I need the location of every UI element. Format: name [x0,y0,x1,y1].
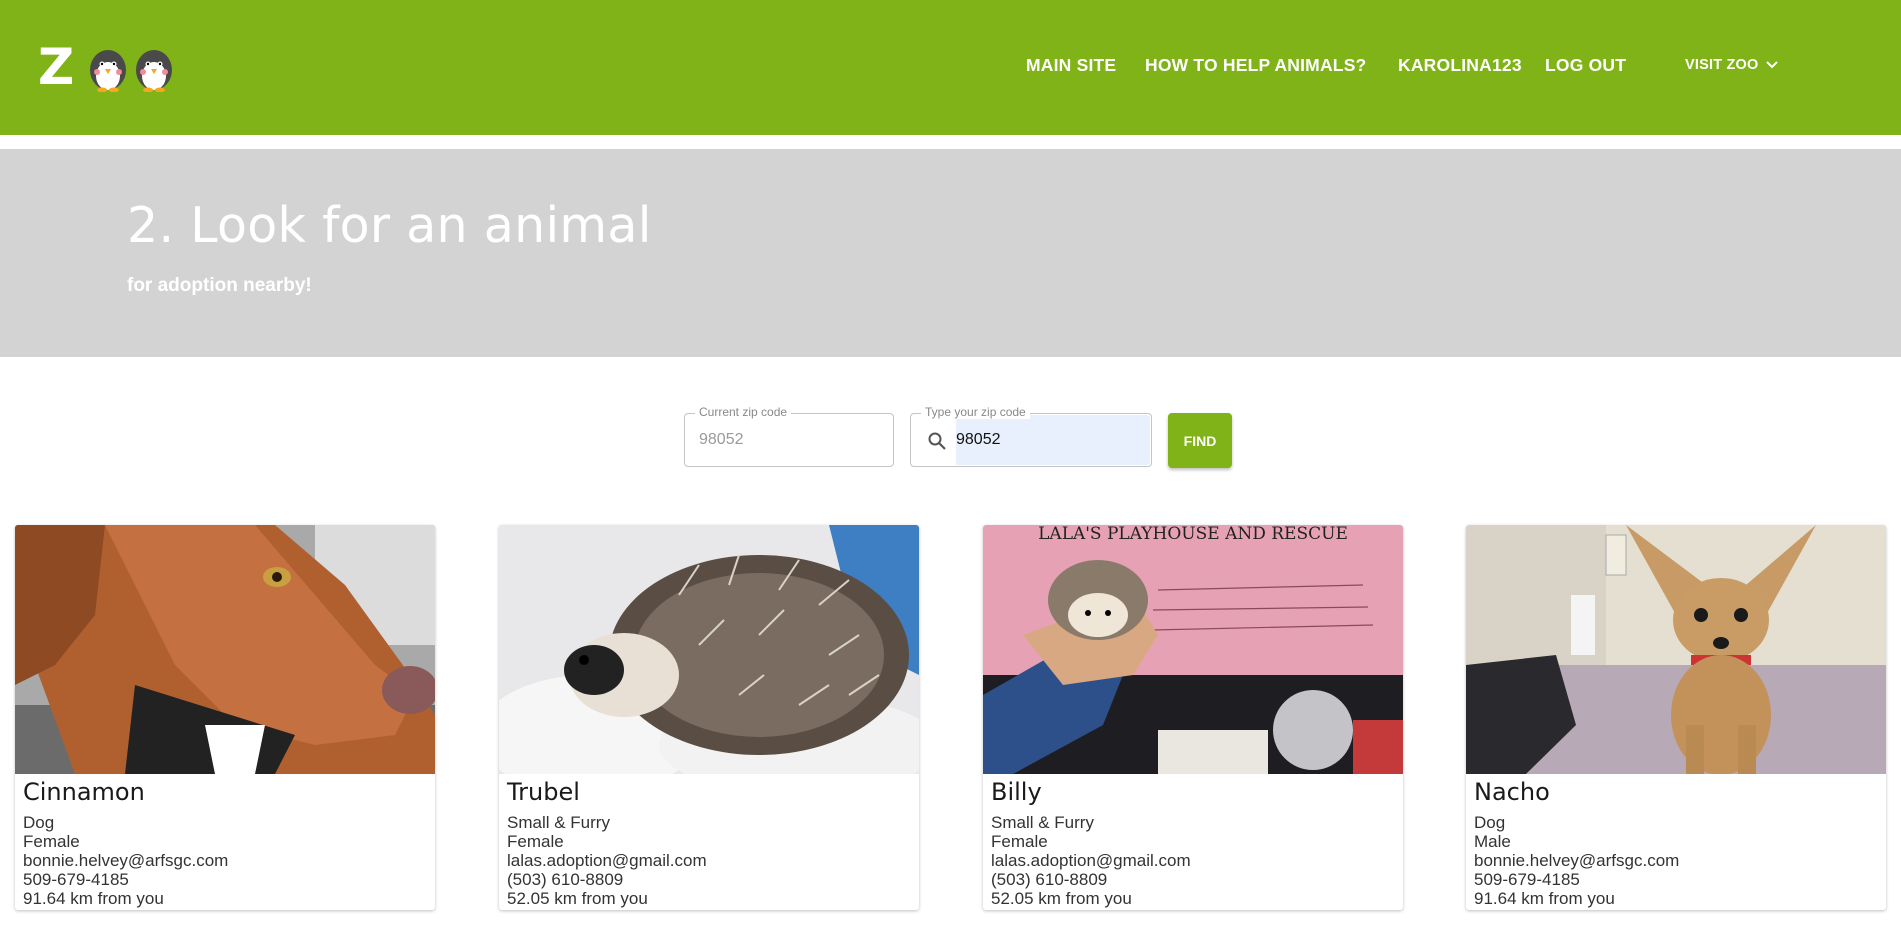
animal-contact-phone: (503) 610-8809 [991,870,1108,889]
animal-photo-dog-small [1466,525,1886,774]
animal-distance: 91.64 km from you [1474,889,1615,908]
animal-type: Small & Furry [991,813,1094,832]
site-header: Z MAIN SITE HOW TO HELP ANIMALS? KAROLIN… [0,0,1901,135]
animal-info: Small & Furry Female lalas.adoption@gmai… [991,813,1191,908]
current-zip-label: Current zip code [695,405,792,419]
zip-search-label: Type your zip code [921,405,1030,419]
animal-distance: 91.64 km from you [23,889,164,908]
animal-info: Small & Furry Female lalas.adoption@gmai… [507,813,707,908]
animal-info: Dog Male bonnie.helvey@arfsgc.com 509-67… [1474,813,1679,908]
animal-contact-email: lalas.adoption@gmail.com [991,851,1191,870]
animal-contact-phone: 509-679-4185 [1474,870,1580,889]
nav-how-to-help[interactable]: HOW TO HELP ANIMALS? [1145,55,1366,76]
animal-photo-hedgehog [499,525,919,774]
animal-name: Cinnamon [23,778,145,806]
page-title: 2. Look for an animal [127,197,652,254]
animal-contact-email: bonnie.helvey@arfsgc.com [1474,851,1680,870]
animal-name: Billy [991,778,1042,806]
animal-gender: Female [991,832,1048,851]
animal-type: Small & Furry [507,813,610,832]
nav-main-site[interactable]: MAIN SITE [1026,55,1116,76]
animal-name: Trubel [507,778,580,806]
zip-search-input[interactable]: Type your zip code 98052 [910,405,1152,467]
animal-gender: Female [23,832,80,851]
svg-text:LALA'S PLAYHOUSE AND RESCUE: LALA'S PLAYHOUSE AND RESCUE [1038,525,1348,544]
animal-card[interactable]: LALA'S PLAYHOUSE AND RESCUE Billy Small … [983,525,1403,910]
animal-contact-email: lalas.adoption@gmail.com [507,851,707,870]
animal-photo-dog [15,525,435,774]
animal-photo-hedgehog-held: LALA'S PLAYHOUSE AND RESCUE [983,525,1403,774]
animal-type: Dog [23,813,55,832]
nav-visit-zoo-dropdown[interactable]: VISIT ZOO [1685,57,1779,73]
animal-type: Dog [1474,813,1506,832]
animal-card[interactable]: Cinnamon Dog Female bonnie.helvey@arfsgc… [15,525,435,910]
animal-info: Dog Female bonnie.helvey@arfsgc.com 509-… [23,813,228,908]
find-button[interactable]: FIND [1168,413,1232,468]
page-subtitle: for adoption nearby! [127,275,312,296]
animal-contact-phone: 509-679-4185 [23,870,129,889]
hero-banner: 2. Look for an animal for adoption nearb… [0,149,1901,357]
chevron-down-icon [1765,61,1778,69]
animal-gender: Female [507,832,564,851]
visit-zoo-label: VISIT ZOO [1685,57,1759,73]
current-zip-field[interactable]: Current zip code 98052 [684,405,894,467]
animal-contact-phone: (503) 610-8809 [507,870,624,889]
current-zip-value: 98052 [699,431,744,448]
animal-card[interactable]: Trubel Small & Furry Female lalas.adopti… [499,525,919,910]
animal-gender: Male [1474,832,1511,851]
zip-search-value: 98052 [956,431,1001,448]
nav-log-out[interactable]: LOG OUT [1545,55,1626,76]
main-nav: MAIN SITE HOW TO HELP ANIMALS? KAROLINA1… [0,0,1901,135]
animal-name: Nacho [1474,778,1550,806]
animal-distance: 52.05 km from you [991,889,1132,908]
nav-user-account[interactable]: KAROLINA123 [1398,55,1522,76]
search-icon [928,432,946,450]
animal-card[interactable]: Nacho Dog Male bonnie.helvey@arfsgc.com … [1466,525,1886,910]
animal-distance: 52.05 km from you [507,889,648,908]
animal-contact-email: bonnie.helvey@arfsgc.com [23,851,229,870]
